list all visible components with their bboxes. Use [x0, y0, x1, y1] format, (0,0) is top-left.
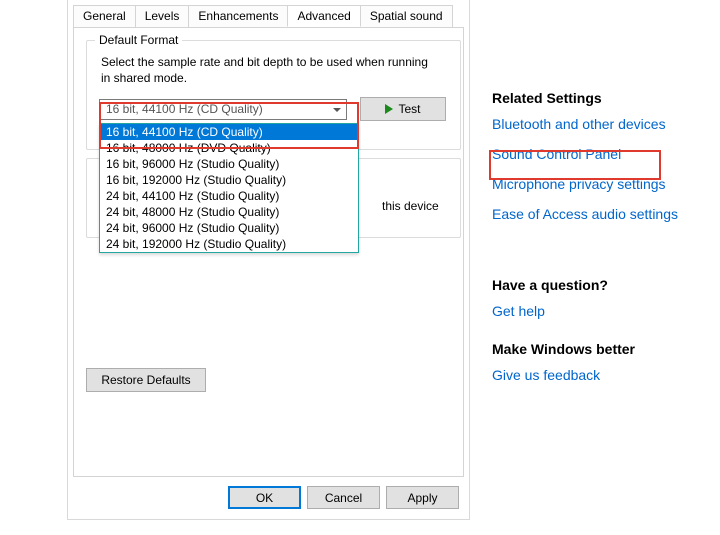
default-format-legend: Default Format [95, 33, 182, 47]
related-settings-heading: Related Settings [492, 90, 702, 106]
restore-defaults-button[interactable]: Restore Defaults [86, 368, 206, 392]
dropdown-option[interactable]: 24 bit, 192000 Hz (Studio Quality) [100, 236, 358, 252]
sample-rate-dropdown-list[interactable]: 16 bit, 44100 Hz (CD Quality) 16 bit, 48… [99, 123, 359, 253]
link-ease-of-access-audio[interactable]: Ease of Access audio settings [492, 206, 702, 222]
link-sound-control-panel[interactable]: Sound Control Panel [492, 146, 702, 162]
dropdown-option[interactable]: 16 bit, 192000 Hz (Studio Quality) [100, 172, 358, 188]
link-get-help[interactable]: Get help [492, 303, 702, 319]
sound-properties-dialog: General Levels Enhancements Advanced Spa… [67, 0, 470, 520]
make-windows-better-heading: Make Windows better [492, 341, 702, 357]
exclusive-text-fragment: this device [382, 199, 439, 213]
tab-advanced[interactable]: Advanced [287, 5, 360, 27]
dropdown-option[interactable]: 24 bit, 48000 Hz (Studio Quality) [100, 204, 358, 220]
default-format-description: Select the sample rate and bit depth to … [101, 55, 431, 86]
test-button[interactable]: Test [360, 97, 446, 121]
chevron-down-icon [329, 102, 344, 117]
tab-levels[interactable]: Levels [135, 5, 190, 27]
play-icon [385, 104, 393, 114]
sample-rate-selected-value: 16 bit, 44100 Hz (CD Quality) [106, 102, 263, 116]
sample-rate-select[interactable]: 16 bit, 44100 Hz (CD Quality) [99, 99, 347, 120]
ok-button[interactable]: OK [228, 486, 301, 509]
link-give-feedback[interactable]: Give us feedback [492, 367, 702, 383]
dropdown-option[interactable]: 16 bit, 44100 Hz (CD Quality) [100, 124, 358, 140]
link-microphone-privacy[interactable]: Microphone privacy settings [492, 176, 702, 192]
dropdown-option[interactable]: 16 bit, 48000 Hz (DVD Quality) [100, 140, 358, 156]
have-question-heading: Have a question? [492, 277, 702, 293]
apply-button[interactable]: Apply [386, 486, 459, 509]
settings-side-panel: Related Settings Bluetooth and other dev… [492, 90, 702, 397]
tab-general[interactable]: General [73, 5, 136, 27]
dropdown-option[interactable]: 16 bit, 96000 Hz (Studio Quality) [100, 156, 358, 172]
dialog-buttons: OK Cancel Apply [228, 486, 459, 509]
dropdown-option[interactable]: 24 bit, 44100 Hz (Studio Quality) [100, 188, 358, 204]
tab-strip: General Levels Enhancements Advanced Spa… [73, 5, 464, 27]
test-button-label: Test [398, 102, 420, 116]
dropdown-option[interactable]: 24 bit, 96000 Hz (Studio Quality) [100, 220, 358, 236]
tab-enhancements[interactable]: Enhancements [188, 5, 288, 27]
tab-spatial-sound[interactable]: Spatial sound [360, 5, 453, 27]
cancel-button[interactable]: Cancel [307, 486, 380, 509]
link-bluetooth-devices[interactable]: Bluetooth and other devices [492, 116, 702, 132]
